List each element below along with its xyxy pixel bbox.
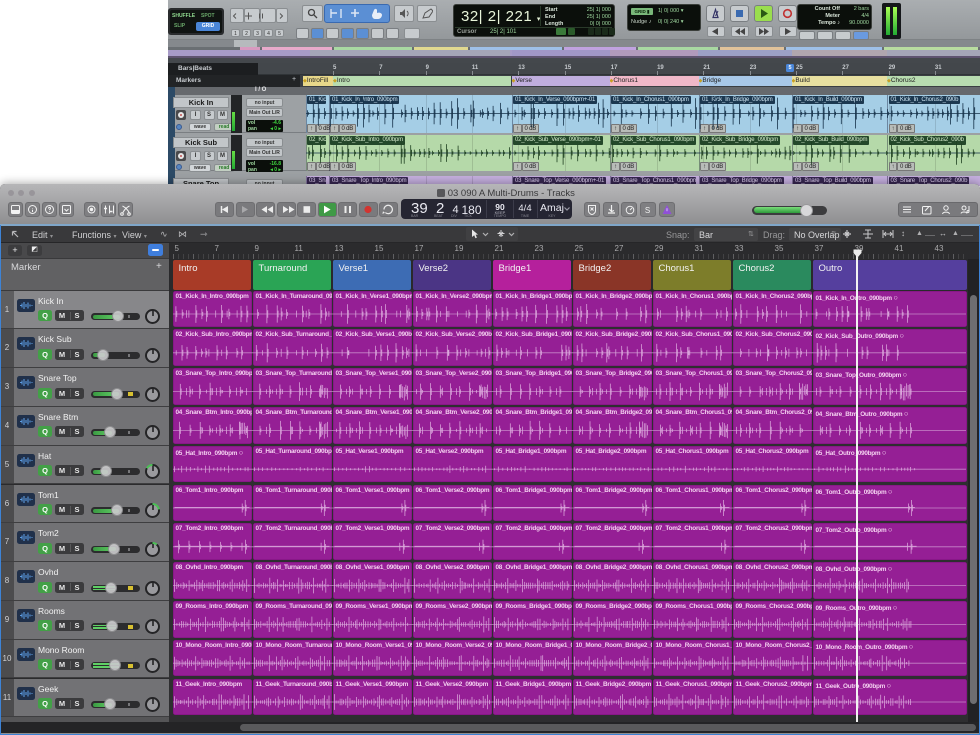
svg-text:S: S xyxy=(645,206,650,215)
